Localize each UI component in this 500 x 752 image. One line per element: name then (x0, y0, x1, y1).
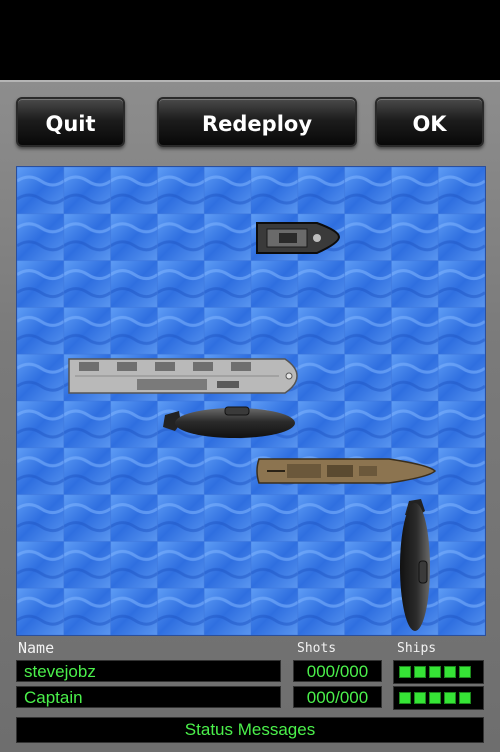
ship-remaining-pip (414, 692, 426, 704)
ship-remaining-pip (444, 666, 456, 678)
player1-ships-indicator (393, 660, 484, 684)
ship-remaining-pip (429, 666, 441, 678)
top-bar (0, 0, 500, 80)
player2-ships-indicator (393, 686, 484, 710)
player1-name: stevejobz (16, 660, 281, 682)
ships-column-label: Ships (397, 641, 437, 656)
ship-remaining-pip (399, 666, 411, 678)
ship-remaining-pip (414, 666, 426, 678)
ship-remaining-pip (459, 692, 471, 704)
redeploy-button[interactable]: Redeploy (157, 97, 357, 147)
ship-remaining-pip (444, 692, 456, 704)
ok-button[interactable]: OK (375, 97, 484, 147)
player2-name: Captain (16, 686, 281, 708)
ship-remaining-pip (429, 692, 441, 704)
quit-button[interactable]: Quit (16, 97, 125, 147)
status-messages-bar: Status Messages (16, 717, 484, 743)
ship-remaining-pip (459, 666, 471, 678)
name-column-label: Name (18, 639, 55, 657)
patrol-boat[interactable] (256, 222, 341, 254)
player2-shots: 000/000 (293, 686, 382, 708)
player1-shots: 000/000 (293, 660, 382, 682)
shots-column-label: Shots (297, 641, 337, 656)
ship-remaining-pip (399, 692, 411, 704)
ocean-grid[interactable] (17, 167, 485, 635)
aircraft-carrier[interactable] (68, 358, 298, 394)
game-board[interactable] (16, 166, 486, 636)
battleship[interactable] (256, 458, 437, 484)
